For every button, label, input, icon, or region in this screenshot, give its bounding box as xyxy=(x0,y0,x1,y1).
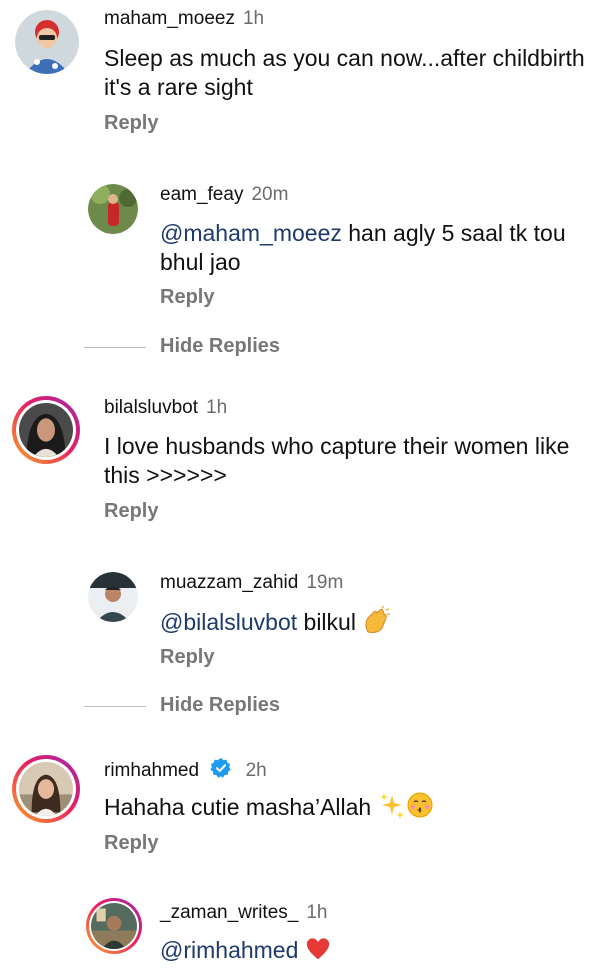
avatar[interactable] xyxy=(15,10,79,74)
avatar[interactable] xyxy=(12,396,80,464)
username[interactable]: rimhahmed xyxy=(104,760,199,781)
comment-meta: muazzam_zahid 19m xyxy=(160,572,343,594)
mention-link[interactable]: @rimhahmed xyxy=(160,937,298,963)
comment-text: @rimhahmed xyxy=(160,936,591,965)
mention-link[interactable]: @bilalsluvbot xyxy=(160,609,297,635)
reply-button[interactable]: Reply xyxy=(104,112,158,135)
comment-text-content: Hahaha cutie masha’Allah xyxy=(104,794,372,820)
comment-text: I love husbands who capture their women … xyxy=(104,433,570,488)
username[interactable]: eam_feay xyxy=(160,184,243,205)
kissing-face-icon xyxy=(407,792,433,818)
divider xyxy=(84,706,146,707)
username[interactable]: muazzam_zahid xyxy=(160,572,298,593)
verified-badge-icon xyxy=(210,757,232,778)
timestamp: 1h xyxy=(242,8,265,29)
username[interactable]: maham_moeez xyxy=(104,8,235,29)
reply-button[interactable]: Reply xyxy=(104,832,158,855)
user-photo-icon xyxy=(88,184,138,234)
divider xyxy=(84,347,146,348)
user-photo-icon xyxy=(19,762,73,816)
avatar[interactable] xyxy=(88,572,138,622)
timestamp: 2h xyxy=(245,760,267,781)
mention-link[interactable]: @maham_moeez xyxy=(160,220,342,246)
user-photo-icon xyxy=(19,403,73,457)
comment-text-content: bilkul xyxy=(297,609,356,635)
comment-meta: _zaman_writes_ 1h xyxy=(160,902,327,924)
reply-button[interactable]: Reply xyxy=(160,286,214,309)
comment-meta: maham_moeez 1h xyxy=(104,8,264,30)
comment-meta: bilalsluvbot 1h xyxy=(104,397,227,419)
username[interactable]: bilalsluvbot xyxy=(104,397,198,418)
avatar[interactable] xyxy=(88,184,138,234)
avatar[interactable] xyxy=(86,898,142,954)
avatar[interactable] xyxy=(12,755,80,823)
timestamp: 20m xyxy=(251,184,289,205)
red-heart-icon xyxy=(306,938,329,960)
comment-text: Hahaha cutie masha’Allah xyxy=(104,791,591,822)
user-photo-icon xyxy=(88,572,138,622)
hide-replies-button[interactable]: Hide Replies xyxy=(160,335,280,358)
comment-meta: eam_feay 20m xyxy=(160,184,288,206)
user-photo-icon xyxy=(15,10,79,74)
reply-button[interactable]: Reply xyxy=(104,500,158,523)
comment-text: @bilalsluvbot bilkul xyxy=(160,606,591,637)
timestamp: 1h xyxy=(306,902,328,923)
timestamp: 1h xyxy=(206,397,228,418)
comment-text: Sleep as much as you can now...after chi… xyxy=(104,45,585,100)
sparkles-icon xyxy=(379,793,404,819)
reply-button[interactable]: Reply xyxy=(160,646,214,669)
comment-text: @maham_moeez han agly 5 saal tk tou bhul… xyxy=(160,219,591,277)
timestamp: 19m xyxy=(306,572,344,593)
hide-replies-button[interactable]: Hide Replies xyxy=(160,694,280,717)
clapping-hands-icon xyxy=(365,606,391,633)
comment-meta: rimhahmed 2h xyxy=(104,757,267,782)
user-photo-icon xyxy=(91,903,137,949)
username[interactable]: _zaman_writes_ xyxy=(160,902,298,923)
